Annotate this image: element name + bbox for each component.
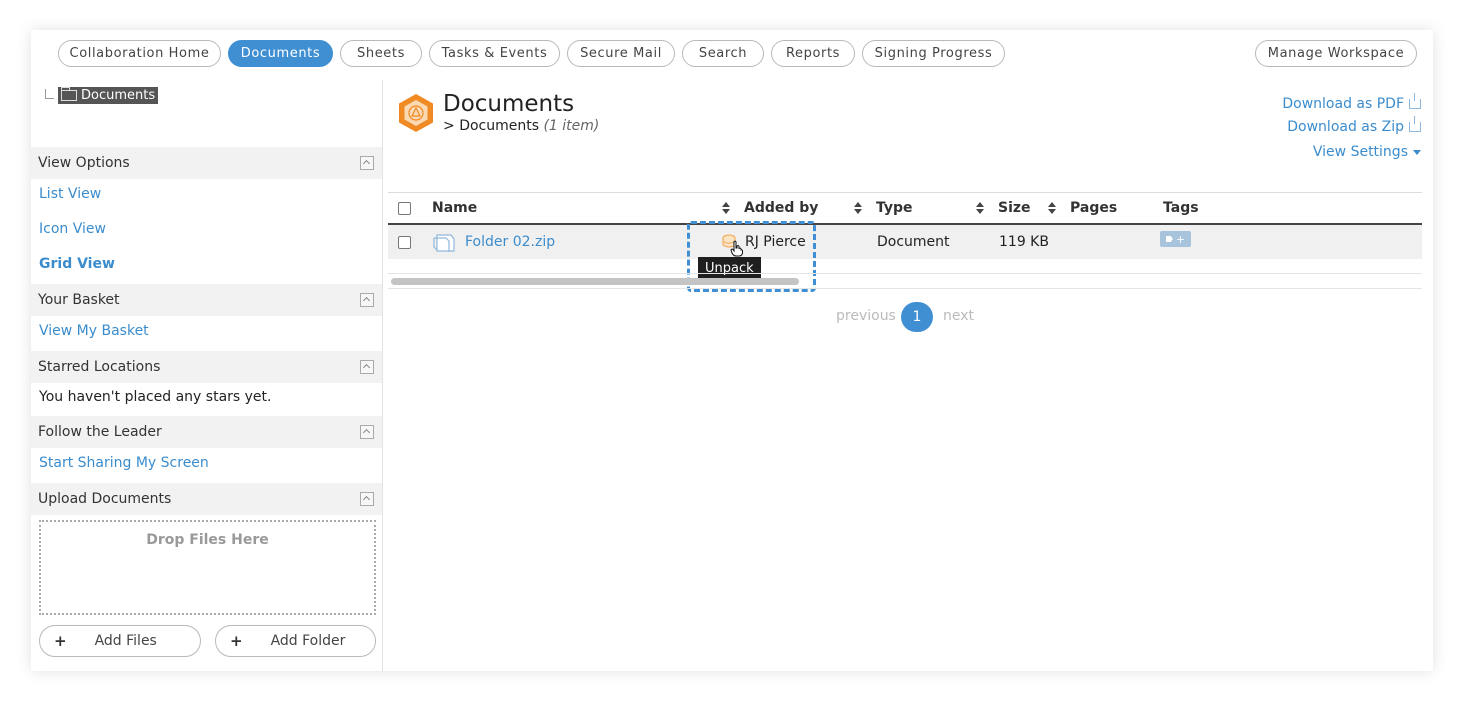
tag-icon xyxy=(1165,236,1173,242)
page-title: Documents xyxy=(443,91,575,117)
download-pdf-label: Download as PDF xyxy=(1282,96,1404,112)
add-files-label: Add Files xyxy=(94,633,157,649)
sidebar: Documents View Options List View Icon Vi… xyxy=(31,80,383,671)
download-pdf-link[interactable]: Download as PDF xyxy=(1282,93,1421,112)
grid-view-link[interactable]: Grid View xyxy=(39,256,115,272)
view-options-title: View Options xyxy=(38,155,130,171)
collapse-icon[interactable] xyxy=(360,156,374,170)
pagination-next[interactable]: next xyxy=(943,308,974,324)
workspace-logo-icon xyxy=(399,94,433,132)
tab-tasks-events[interactable]: Tasks & Events xyxy=(429,40,560,67)
file-dropzone[interactable]: Drop Files Here xyxy=(39,520,376,615)
select-all-cell xyxy=(398,193,411,223)
add-tag-button[interactable]: + xyxy=(1160,231,1191,247)
starred-title: Starred Locations xyxy=(38,359,161,375)
tab-sheets[interactable]: Sheets xyxy=(340,40,422,67)
basket-title: Your Basket xyxy=(38,292,120,308)
sort-icon[interactable] xyxy=(1048,202,1056,214)
tab-secure-mail[interactable]: Secure Mail xyxy=(567,40,675,67)
tab-search[interactable]: Search xyxy=(682,40,764,67)
plus-icon: + xyxy=(54,632,67,650)
row-select-cell xyxy=(398,225,411,259)
breadcrumb-separator: > xyxy=(443,118,455,134)
main-content: Documents > Documents (1 item) Download … xyxy=(383,80,1433,671)
tags-cell: + xyxy=(1160,231,1191,247)
leader-header: Follow the Leader xyxy=(31,416,382,448)
sort-icon[interactable] xyxy=(722,202,730,214)
caret-down-icon xyxy=(1413,149,1421,155)
table-header: Name Added by Type Size Pages Tags xyxy=(388,192,1422,225)
item-count: (1 item) xyxy=(543,118,600,134)
tab-collaboration-home[interactable]: Collaboration Home xyxy=(58,40,221,67)
column-size[interactable]: Size xyxy=(998,193,1031,223)
add-tag-label: + xyxy=(1175,232,1186,246)
download-zip-link[interactable]: Download as Zip xyxy=(1287,116,1421,135)
tree-connector xyxy=(45,89,54,99)
dropzone-label: Drop Files Here xyxy=(146,532,269,548)
horizontal-scrollbar[interactable] xyxy=(388,273,1422,289)
view-settings-label: View Settings xyxy=(1312,144,1408,160)
add-files-button[interactable]: + Add Files xyxy=(39,625,201,657)
pagination-previous[interactable]: previous xyxy=(836,308,896,324)
tree-item-documents[interactable]: Documents xyxy=(58,87,159,104)
download-icon xyxy=(1409,116,1421,132)
list-view-link[interactable]: List View xyxy=(39,186,101,202)
tree-item-label: Documents xyxy=(81,88,156,103)
collapse-icon[interactable] xyxy=(360,293,374,307)
view-settings-dropdown[interactable]: View Settings xyxy=(1313,144,1421,160)
add-folder-button[interactable]: + Add Folder xyxy=(215,625,376,657)
app-window: Collaboration Home Documents Sheets Task… xyxy=(31,30,1433,671)
icon-view-link[interactable]: Icon View xyxy=(39,221,106,237)
pagination-current-page[interactable]: 1 xyxy=(901,302,933,332)
tab-documents[interactable]: Documents xyxy=(228,40,333,67)
column-tags: Tags xyxy=(1163,200,1199,216)
sort-icon[interactable] xyxy=(976,202,984,214)
upload-title: Upload Documents xyxy=(38,491,172,507)
starred-header: Starred Locations xyxy=(31,351,382,383)
upload-header: Upload Documents xyxy=(31,483,382,515)
manage-workspace-button[interactable]: Manage Workspace xyxy=(1255,40,1417,67)
plus-icon: + xyxy=(230,632,243,650)
breadcrumb-current[interactable]: Documents xyxy=(459,118,539,134)
column-added-by[interactable]: Added by xyxy=(744,193,818,223)
tab-signing-progress[interactable]: Signing Progress xyxy=(862,40,1005,67)
view-basket-link[interactable]: View My Basket xyxy=(39,323,149,339)
download-icon xyxy=(1409,93,1421,109)
add-folder-label: Add Folder xyxy=(270,633,346,649)
scrollbar-thumb[interactable] xyxy=(391,278,799,285)
column-name[interactable]: Name xyxy=(432,193,477,223)
collapse-icon[interactable] xyxy=(360,360,374,374)
share-screen-link[interactable]: Start Sharing My Screen xyxy=(39,455,209,471)
folder-tree: Documents xyxy=(45,87,159,104)
download-zip-label: Download as Zip xyxy=(1287,119,1404,135)
file-name-link[interactable]: Folder 02.zip xyxy=(465,225,555,259)
type-cell: Document xyxy=(877,234,950,250)
row-checkbox[interactable] xyxy=(398,235,411,249)
column-type[interactable]: Type xyxy=(876,193,913,223)
size-cell: 119 KB xyxy=(999,234,1049,250)
tab-reports[interactable]: Reports xyxy=(771,40,855,67)
zip-file-icon xyxy=(433,234,455,252)
starred-empty-text: You haven't placed any stars yet. xyxy=(39,389,272,405)
table-row[interactable]: Folder 02.zip RJ Pierce Document 119 KB … xyxy=(388,225,1422,259)
column-pages[interactable]: Pages xyxy=(1070,193,1117,223)
basket-header: Your Basket xyxy=(31,284,382,316)
select-all-checkbox[interactable] xyxy=(398,201,411,215)
sort-icon[interactable] xyxy=(854,202,862,214)
top-navigation: Collaboration Home Documents Sheets Task… xyxy=(31,30,1433,78)
view-options-header: View Options xyxy=(31,147,382,179)
leader-title: Follow the Leader xyxy=(38,424,162,440)
folder-icon xyxy=(61,87,77,101)
breadcrumb: > Documents (1 item) xyxy=(443,118,599,134)
collapse-icon[interactable] xyxy=(360,492,374,506)
collapse-icon[interactable] xyxy=(360,425,374,439)
